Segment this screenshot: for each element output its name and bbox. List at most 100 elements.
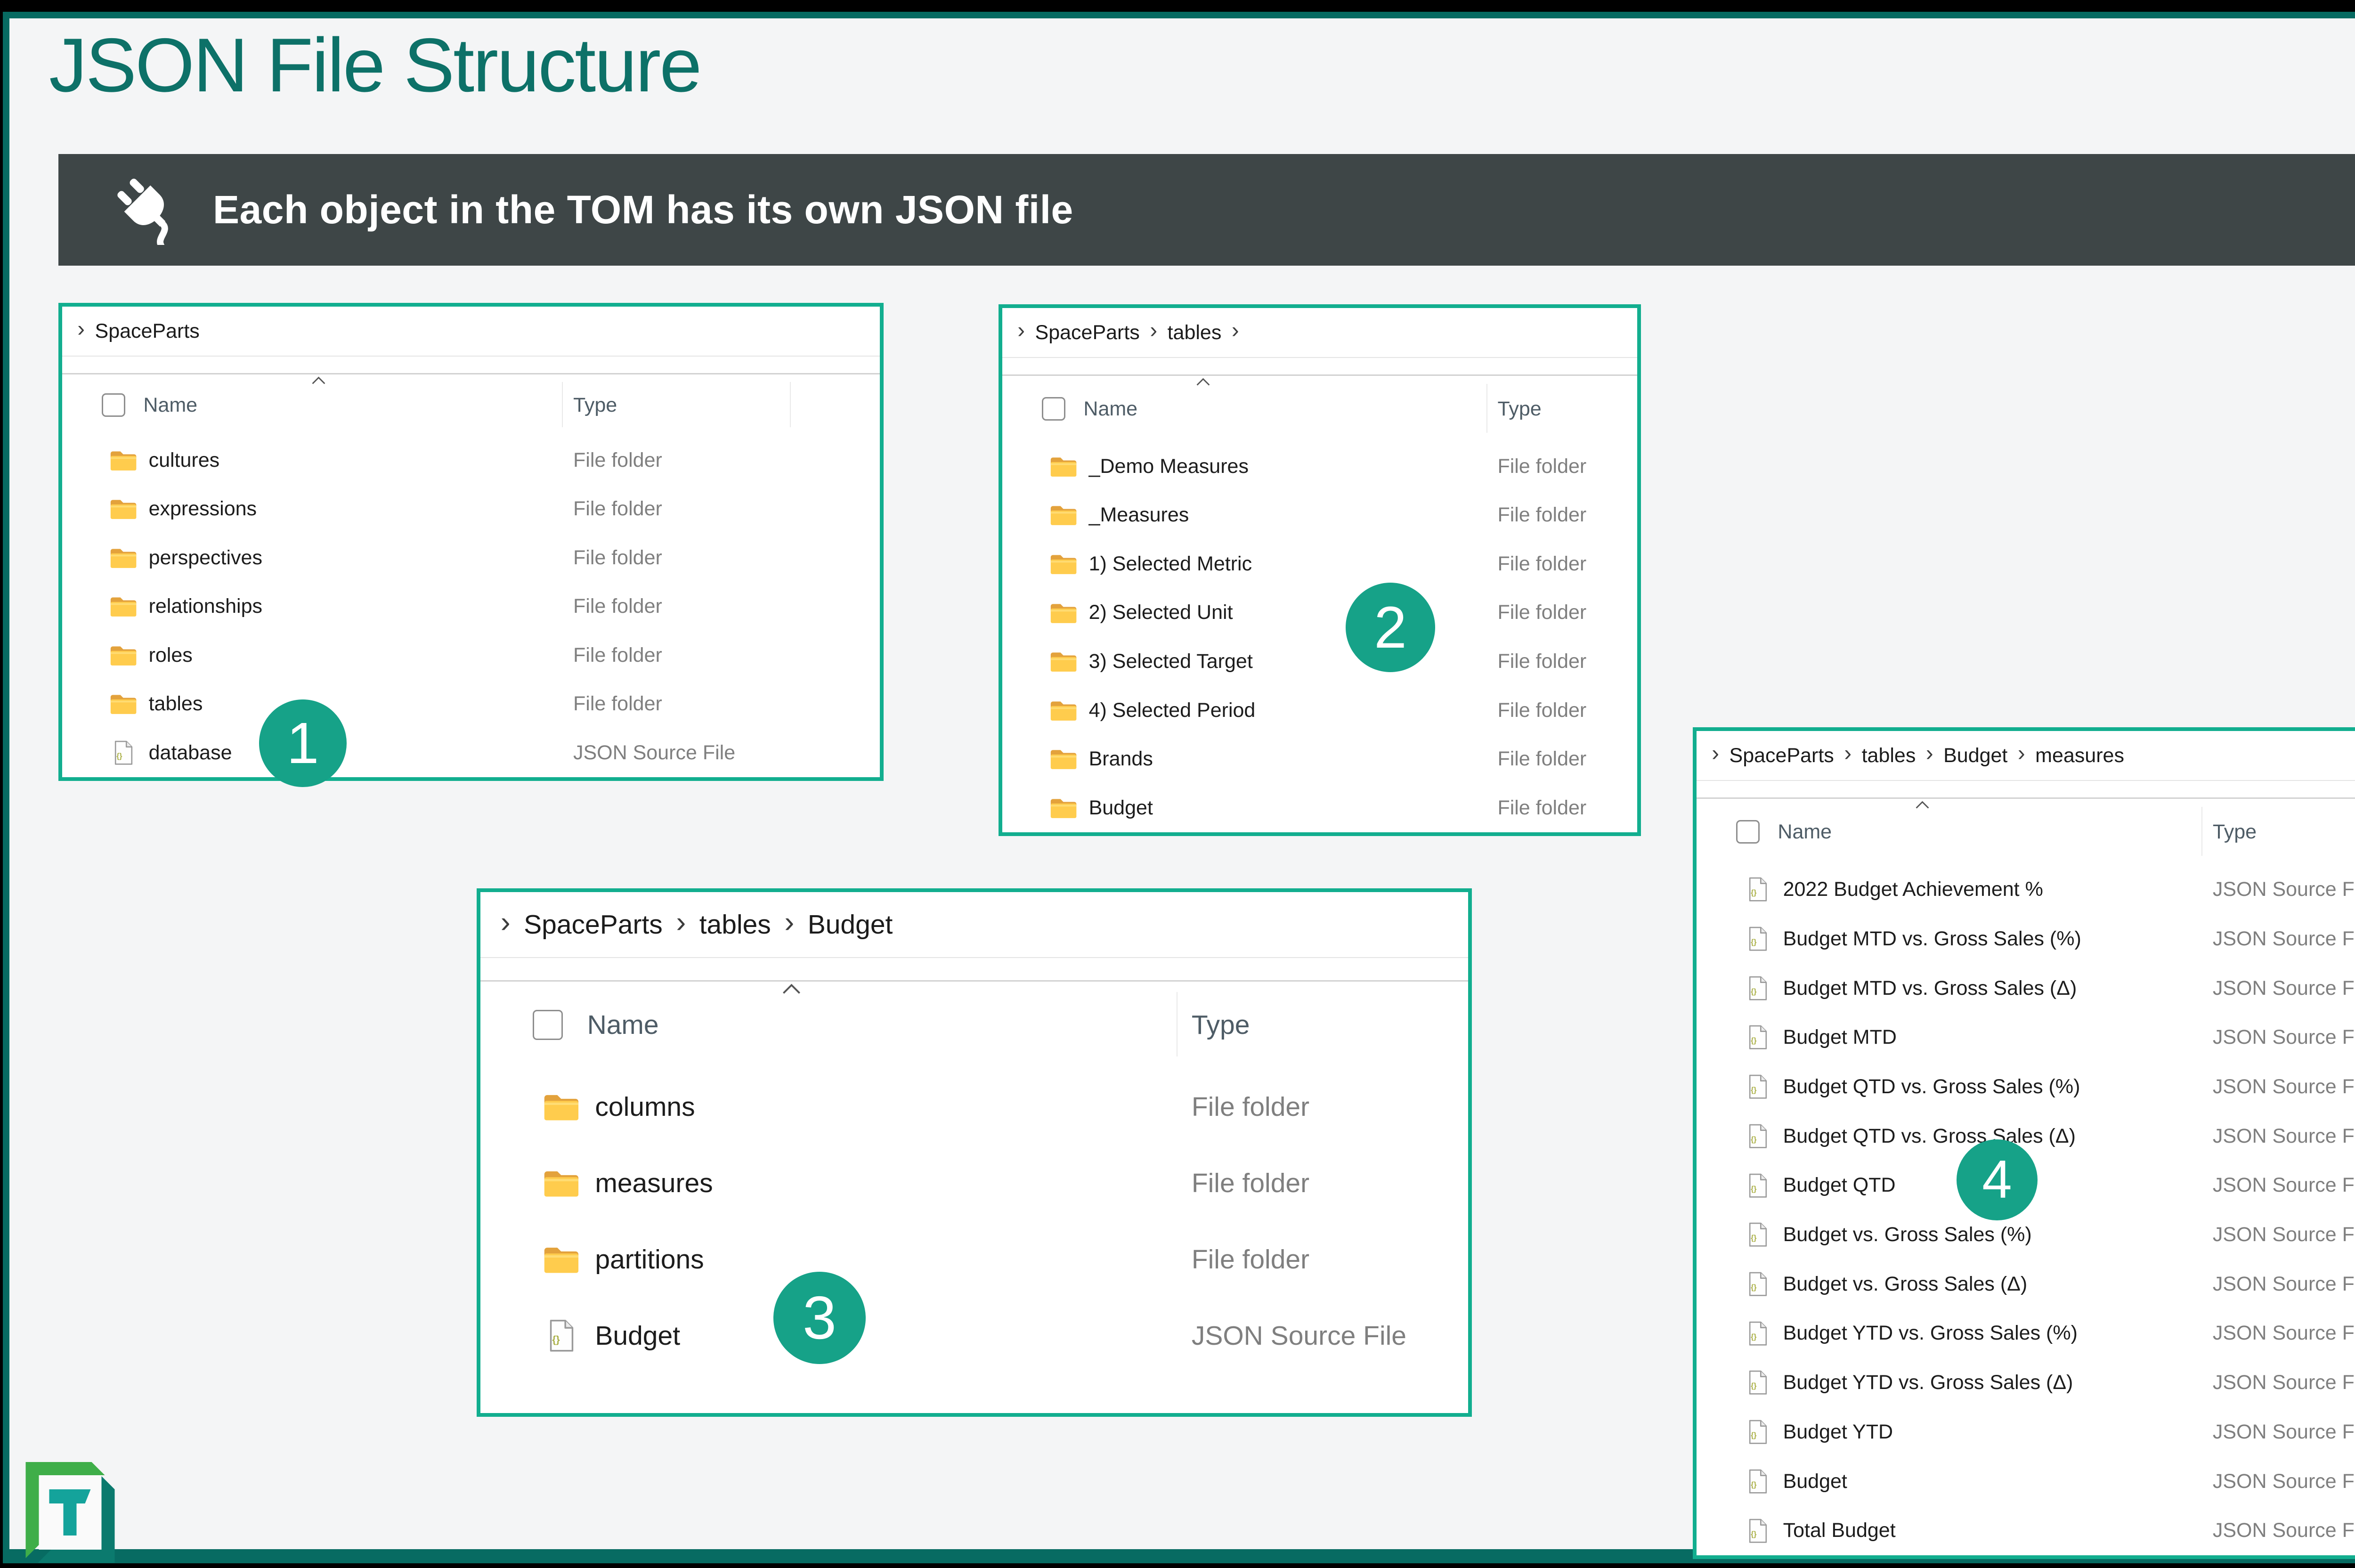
file-name: perspectives <box>148 546 262 569</box>
file-name: columns <box>595 1091 695 1122</box>
breadcrumb-item[interactable]: SpaceParts <box>95 320 200 343</box>
select-all-checkbox[interactable] <box>533 1010 563 1040</box>
file-row[interactable]: {} Budget MTD JSON Source File <box>1697 1013 2355 1062</box>
file-row[interactable]: Budget File folder <box>1002 783 1637 832</box>
file-row[interactable]: {} Budget MTD vs. Gross Sales (Δ) JSON S… <box>1697 964 2355 1013</box>
file-type: JSON Source File <box>573 741 736 764</box>
file-name: 4) Selected Period <box>1088 699 1256 722</box>
json-file-icon: {} <box>1744 1074 1772 1099</box>
file-row[interactable]: roles File folder <box>62 631 880 680</box>
file-row[interactable]: {} Budget YTD vs. Gross Sales (%) JSON S… <box>1697 1309 2355 1358</box>
file-row[interactable]: {} Budget JSON Source File <box>1697 1457 2355 1506</box>
file-row[interactable]: {} Budget YTD JSON Source File <box>1697 1407 2355 1457</box>
svg-text:{}: {} <box>1751 1185 1756 1193</box>
file-row[interactable]: 4) Selected Period File folder <box>1002 686 1637 735</box>
select-all-checkbox[interactable] <box>1736 820 1760 844</box>
json-file-icon: {} <box>1744 877 1772 902</box>
select-all-checkbox[interactable] <box>101 393 125 417</box>
type-column-header[interactable]: Type <box>573 394 617 417</box>
page-title: JSON File Structure <box>49 23 702 108</box>
file-row[interactable]: {} database JSON Source File <box>62 728 880 777</box>
svg-text:{}: {} <box>1751 1481 1756 1489</box>
file-row[interactable]: tables File folder <box>62 680 880 729</box>
breadcrumb-chevron-icon: › <box>2017 741 2025 766</box>
breadcrumb-item[interactable]: Budget <box>1943 744 2007 767</box>
file-name: Budget MTD <box>1783 1026 1897 1049</box>
file-name: Budget MTD vs. Gross Sales (Δ) <box>1783 976 2077 999</box>
file-name: expressions <box>148 497 257 520</box>
file-row[interactable]: {} Budget MTD vs. Gross Sales (%) JSON S… <box>1697 914 2355 964</box>
file-row[interactable]: {} Budget YTD vs. Gross Sales (Δ) JSON S… <box>1697 1358 2355 1407</box>
step-badge-4: 4 <box>1957 1139 2038 1220</box>
file-name: Budget QTD vs. Gross Sales (%) <box>1783 1075 2080 1098</box>
file-row[interactable]: {} Total Budget JSON Source File <box>1697 1506 2355 1555</box>
file-row[interactable]: measures File folder <box>480 1145 1468 1221</box>
svg-text:{}: {} <box>1751 1382 1756 1390</box>
file-name: Budget MTD vs. Gross Sales (%) <box>1783 927 2081 950</box>
file-name: relationships <box>148 595 262 618</box>
toolbar-strip <box>1002 358 1637 375</box>
breadcrumb-item[interactable]: tables <box>699 909 771 940</box>
file-type: JSON Source File <box>2212 1075 2355 1098</box>
file-row[interactable]: expressions File folder <box>62 485 880 534</box>
file-type: JSON Source File <box>2212 927 2355 950</box>
breadcrumb-item[interactable]: SpaceParts <box>1035 321 1140 344</box>
name-column-header[interactable]: Name <box>1083 398 1137 421</box>
breadcrumb-chevron-icon: › <box>676 905 686 939</box>
name-column-header[interactable]: Name <box>1778 821 1832 844</box>
file-row[interactable]: 1) Selected Metric File folder <box>1002 539 1637 588</box>
svg-text:{}: {} <box>552 1334 560 1345</box>
breadcrumb-item[interactable]: Budget <box>808 909 893 940</box>
file-row[interactable]: columns File folder <box>480 1069 1468 1145</box>
breadcrumb-item[interactable]: tables <box>1168 321 1222 344</box>
file-row[interactable]: {} Budget QTD vs. Gross Sales (%) JSON S… <box>1697 1062 2355 1112</box>
file-name: 2022 Budget Achievement % <box>1783 878 2043 901</box>
file-list: columns File folder measures File folder… <box>480 1069 1468 1413</box>
breadcrumb-item[interactable]: tables <box>1862 744 1916 767</box>
type-column-header[interactable]: Type <box>2213 821 2257 844</box>
file-row[interactable]: _Measures File folder <box>1002 491 1637 540</box>
folder-icon <box>1049 796 1078 820</box>
file-list: _Demo Measures File folder _Measures Fil… <box>1002 442 1637 832</box>
json-file-icon: {} <box>1744 1222 1772 1247</box>
json-file-icon: {} <box>1744 1519 1772 1543</box>
file-row[interactable]: 3) Selected Target File folder <box>1002 637 1637 686</box>
file-type: File folder <box>1191 1244 1310 1275</box>
file-row[interactable]: {} Budget vs. Gross Sales (Δ) JSON Sourc… <box>1697 1259 2355 1309</box>
type-column-header[interactable]: Type <box>1497 398 1541 421</box>
file-type: File folder <box>573 497 662 520</box>
type-column-header[interactable]: Type <box>1192 1009 1250 1040</box>
json-file-icon: {} <box>1744 1420 1772 1444</box>
folder-icon <box>1049 552 1078 576</box>
file-row[interactable]: 2) Selected Unit File folder <box>1002 588 1637 637</box>
file-row[interactable]: partitions File folder <box>480 1221 1468 1298</box>
file-row[interactable]: {} 2022 Budget Achievement % JSON Source… <box>1697 865 2355 914</box>
json-file-icon: {} <box>543 1319 580 1352</box>
file-row[interactable]: {} Budget JSON Source File <box>480 1298 1468 1374</box>
file-type: File folder <box>573 692 662 715</box>
file-name: roles <box>148 643 193 666</box>
file-name: measures <box>595 1168 713 1198</box>
svg-text:{}: {} <box>1751 1086 1756 1094</box>
file-row[interactable]: cultures File folder <box>62 436 880 485</box>
breadcrumb-item[interactable]: SpaceParts <box>524 909 663 940</box>
file-row[interactable]: _Demo Measures File folder <box>1002 442 1637 491</box>
breadcrumb-item[interactable]: SpaceParts <box>1730 744 1834 767</box>
file-explorer-panel-3: › SpaceParts › tables › Budget Name Type colu… <box>477 888 1472 1417</box>
file-row[interactable]: Brands File folder <box>1002 735 1637 784</box>
breadcrumb-item[interactable]: measures <box>2035 744 2124 767</box>
file-type: File folder <box>1497 699 1587 722</box>
name-column-header[interactable]: Name <box>143 394 197 417</box>
breadcrumb-chevron-icon: › <box>1844 741 1852 766</box>
folder-icon <box>109 448 138 472</box>
name-column-header[interactable]: Name <box>587 1009 659 1040</box>
folder-icon <box>1049 503 1078 527</box>
folder-icon <box>1049 454 1078 479</box>
folder-icon <box>543 1243 580 1276</box>
tabular-editor-logo <box>22 1458 119 1566</box>
file-type: JSON Source File <box>2212 1322 2355 1345</box>
file-row[interactable]: relationships File folder <box>62 582 880 631</box>
file-row[interactable]: {} Budget vs. Gross Sales (%) JSON Sourc… <box>1697 1210 2355 1259</box>
file-row[interactable]: perspectives File folder <box>62 533 880 582</box>
select-all-checkbox[interactable] <box>1041 397 1065 421</box>
